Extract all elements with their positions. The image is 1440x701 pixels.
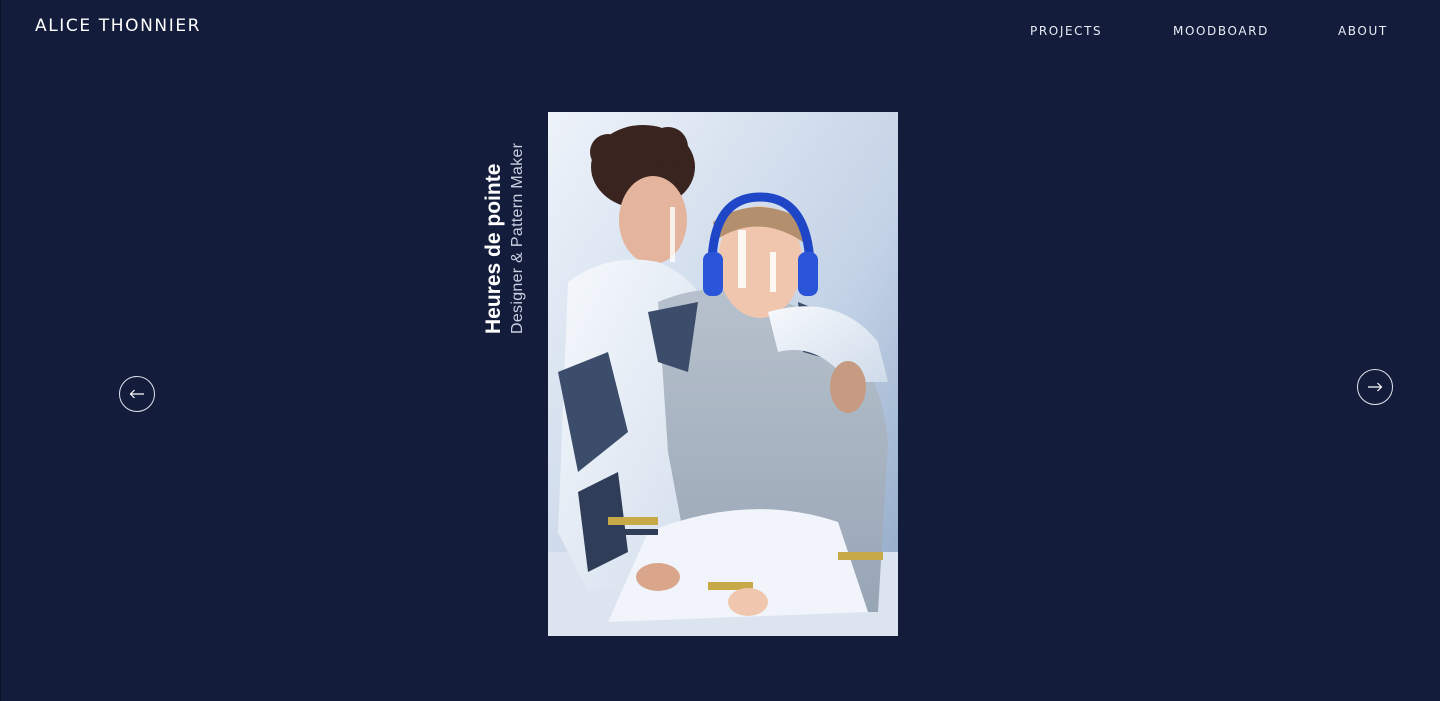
site-logo[interactable]: ALICE THONNIER xyxy=(35,16,201,36)
page: ALICE THONNIER PROJECTS MOODBOARD ABOUT … xyxy=(0,0,1440,701)
slide-subtitle: Designer & Pattern Maker xyxy=(509,142,526,334)
arrow-left-icon xyxy=(129,389,144,399)
next-slide-button[interactable] xyxy=(1357,369,1393,405)
slide-title[interactable]: Heures de pointe xyxy=(481,143,507,334)
fashion-photo-illustration xyxy=(548,112,898,636)
nav-projects[interactable]: PROJECTS xyxy=(1030,24,1102,38)
slide-caption: Heures de pointe Designer & Pattern Make… xyxy=(481,112,533,334)
nav-moodboard[interactable]: MOODBOARD xyxy=(1173,24,1269,38)
previous-slide-button[interactable] xyxy=(119,376,155,412)
nav-about[interactable]: ABOUT xyxy=(1338,24,1388,38)
slide-photo[interactable] xyxy=(548,112,898,636)
arrow-right-icon xyxy=(1368,382,1383,392)
slide-caption-rotated: Heures de pointe Designer & Pattern Make… xyxy=(481,143,529,334)
